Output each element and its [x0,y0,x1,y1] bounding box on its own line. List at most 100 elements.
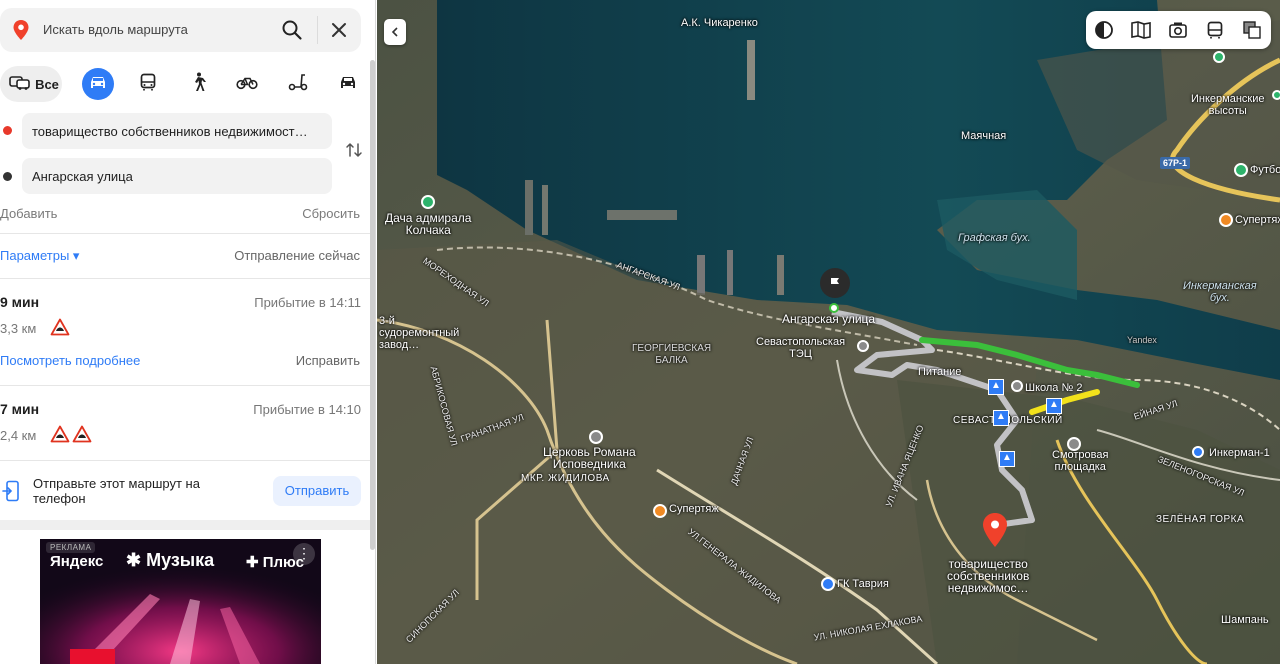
route-start-icon[interactable] [820,268,850,298]
route-panel: Искать вдоль маршрута Все товарищество с… [0,0,376,664]
landmark-star-icon[interactable] [421,195,435,209]
school-icon[interactable] [1011,380,1023,392]
map-imagery [377,0,1280,664]
speed-bump-icon [50,425,70,443]
reset-link[interactable]: Сбросить [302,206,360,221]
bus-stop-icon[interactable] [999,451,1015,467]
transport-layer-icon[interactable] [1204,19,1226,41]
phone-send-icon [2,480,20,507]
mode-bus-button[interactable] [136,66,160,102]
swap-icon[interactable] [345,141,363,164]
route-option-2[interactable]: 7 мин Прибытие в 14:10 2,4 км [0,401,375,451]
divider [0,520,375,530]
location-pin-icon [12,19,30,46]
divider [0,278,375,279]
bicycle-icon [236,74,258,95]
route-arrival: Прибытие в 14:11 [254,295,361,310]
map-label: Графская бух. [958,232,1031,244]
parameters-dropdown[interactable]: Параметры ▾ [0,248,79,264]
route-details-link[interactable]: Посмотреть подробнее [0,353,140,368]
mode-walk-button[interactable] [186,66,210,102]
destination-pin-icon[interactable] [981,512,1009,553]
satellite-map[interactable]: А.К. Чикаренко Инкерманские высоты Маячн… [377,0,1280,664]
route-waypoint-marker [829,303,839,313]
map-label: Дача адмирала Колчака [385,211,472,237]
map-layers-toolbar [1086,11,1271,49]
search-icon[interactable] [280,18,304,42]
close-icon[interactable] [328,19,350,41]
search-input[interactable]: Искать вдоль маршрута [43,22,188,37]
bus-stop-icon[interactable] [988,379,1004,395]
mountain-icon[interactable] [1272,90,1280,100]
stadium-icon[interactable] [1234,163,1248,177]
map-label: Севастопольская ТЭЦ [756,336,846,360]
ad-menu-icon[interactable]: ⋮ [293,543,315,565]
ad-brand: Яндекс [50,553,104,570]
layers-icon[interactable] [1241,19,1263,41]
divider [0,233,375,234]
mountain-icon[interactable] [1213,51,1225,63]
waypoint-from[interactable]: товарищество собственников недвижимост… [22,113,332,149]
destination-dot [3,172,12,181]
map-label: ЗЕЛЁНАЯ ГОРКА [1156,514,1245,525]
map-label: Церковь Романа Исповедника [543,445,636,471]
church-icon[interactable] [589,430,603,444]
map-label: Смотровая площадка [1052,449,1109,473]
train-station-icon[interactable] [1192,446,1204,458]
map-label: Инкерман-1 [1209,447,1270,459]
scheme-layer-icon[interactable] [1093,19,1115,41]
ad-tag: РЕКЛАМА [46,542,96,553]
panorama-camera-icon[interactable] [1167,19,1189,41]
route-distance: 3,3 км [0,321,37,336]
map-label: Шампань [1221,614,1269,626]
waypoint-to[interactable]: Ангарская улица [22,158,332,194]
road-shield: 67Р-1 [1160,157,1191,169]
map-label: Инкерманские высоты [1191,93,1265,117]
divider [0,385,375,386]
pedestrian-icon [190,72,206,97]
mode-scooter-button[interactable] [286,66,310,102]
add-waypoint-link[interactable]: Добавить [0,206,57,221]
map-label: Инкерманская бух. [1183,280,1257,304]
mode-car-button[interactable] [82,68,114,100]
car-icon [88,74,108,95]
mode-bike-button[interactable] [234,66,260,102]
map-label: Супертяж [1235,214,1280,226]
map-label: 3-й судоремонтный завод… [379,315,460,351]
bus-stop-icon[interactable] [993,410,1009,426]
viewpoint-icon[interactable] [1067,437,1081,451]
destination-label: товарищество собственников недвижимос… [947,557,1030,595]
shop-icon[interactable] [1219,213,1233,227]
map-label: Питание [918,366,962,378]
map-label: Супертяж [669,503,719,515]
route-arrival: Прибытие в 14:10 [253,402,361,417]
fix-route-link[interactable]: Исправить [296,353,360,368]
bus-stop-icon[interactable] [1046,398,1062,414]
mode-all-button[interactable]: Все [0,66,62,102]
multi-transport-icon [9,73,31,96]
route-duration: 9 мин [0,294,40,310]
route-duration: 7 мин [0,401,40,417]
speed-bump-icon [50,318,70,336]
shop-icon[interactable] [653,504,667,518]
map-label: Yandex [1127,335,1157,345]
divider [317,16,318,44]
send-button[interactable]: Отправить [273,476,361,506]
ad-banner[interactable]: РЕКЛАМА Яндекс ✱ Музыка ✚ Плюс ⋮ [40,539,321,664]
map-label: Футбо [1250,164,1280,176]
map-label: Маячная [961,130,1007,142]
ad-product: ✱ Музыка [126,550,215,570]
map-label: МКР. ЖИДИЛОВА [521,473,610,484]
map-book-icon[interactable] [1130,19,1152,41]
collapse-panel-button[interactable] [384,19,406,45]
panel-scrollbar[interactable] [370,60,375,550]
bus-icon [139,73,157,96]
departure-time[interactable]: Отправление сейчас [234,248,360,263]
search-bar[interactable]: Искать вдоль маршрута [0,8,361,52]
map-label: ГК Таврия [837,578,889,590]
origin-dot [3,126,12,135]
mode-taxi-button[interactable] [336,66,360,102]
factory-icon[interactable] [857,340,869,352]
chevron-left-icon [391,27,398,37]
garage-icon[interactable] [821,577,835,591]
